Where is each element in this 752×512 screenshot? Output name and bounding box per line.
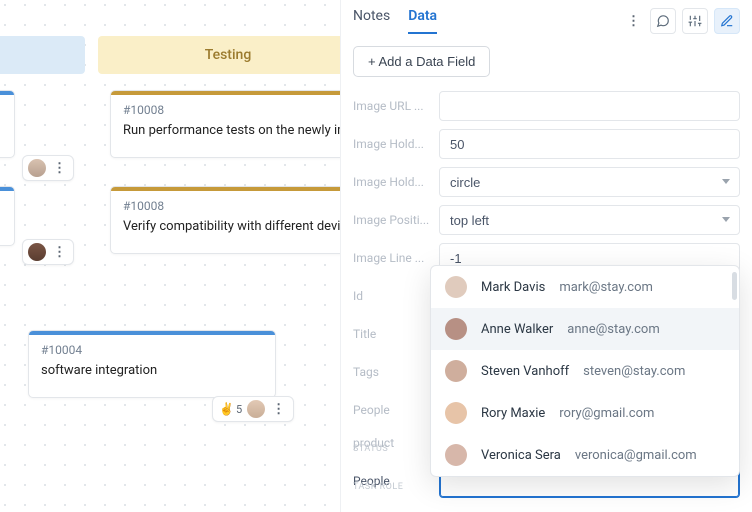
avatar bbox=[445, 318, 467, 340]
label-people: People bbox=[353, 403, 431, 417]
card-text: software integration bbox=[41, 363, 263, 378]
card-text: Verify compatibility with different devi… bbox=[123, 219, 342, 234]
people-dropdown[interactable]: Mark Davis mark@stay.com Anne Walker anne@s… bbox=[430, 265, 740, 477]
person-name: Mark Davis bbox=[481, 280, 545, 295]
card-id: #10008 bbox=[123, 199, 342, 213]
card-perf-tests[interactable]: #10008 Run performance tests on the newl… bbox=[110, 90, 355, 158]
card-id: #10008 bbox=[123, 103, 342, 117]
count-chip: ✌️5 bbox=[219, 402, 242, 416]
sliders-icon[interactable] bbox=[682, 8, 708, 34]
label-image-hold-2: Image Hold... bbox=[353, 175, 431, 189]
more-icon[interactable]: ⋮ bbox=[625, 14, 642, 29]
card-truncated[interactable]: gi bbox=[0, 90, 15, 158]
card-truncated-2[interactable] bbox=[0, 186, 15, 246]
person-email: steven@stay.com bbox=[583, 364, 685, 379]
card-integration[interactable]: #10004 software integration bbox=[28, 330, 276, 398]
column-header-blue bbox=[0, 36, 85, 74]
label-title: Title bbox=[353, 327, 431, 341]
tab-notes[interactable]: Notes bbox=[353, 8, 390, 34]
card-chips-2[interactable]: ⋮ bbox=[22, 239, 74, 265]
card-id: #10004 bbox=[41, 343, 263, 357]
person-email: mark@stay.com bbox=[559, 280, 653, 295]
input-image-url[interactable] bbox=[439, 91, 740, 121]
people-option[interactable]: Rory Maxie rory@gmail.com bbox=[431, 392, 739, 434]
person-name: Anne Walker bbox=[481, 322, 553, 337]
panel-actions: ⋮ bbox=[625, 8, 740, 34]
person-email: anne@stay.com bbox=[567, 322, 659, 337]
people-option[interactable]: Veronica Sera veronica@gmail.com bbox=[431, 434, 739, 476]
people-option[interactable]: Anne Walker anne@stay.com bbox=[431, 308, 739, 350]
people-option[interactable]: Mark Davis mark@stay.com bbox=[431, 266, 739, 308]
column-header-testing: Testing bbox=[98, 36, 358, 74]
label-tags: Tags bbox=[353, 365, 431, 379]
input-image-hold-1[interactable] bbox=[439, 129, 740, 159]
select-image-hold-2[interactable] bbox=[439, 167, 740, 197]
person-email: rory@gmail.com bbox=[559, 406, 654, 421]
chat-icon[interactable] bbox=[650, 8, 676, 34]
scrollbar[interactable] bbox=[732, 272, 737, 300]
more-icon[interactable]: ⋮ bbox=[51, 161, 68, 176]
more-icon[interactable]: ⋮ bbox=[51, 245, 68, 260]
people-option[interactable]: Steven Vanhoff steven@stay.com bbox=[431, 350, 739, 392]
avatar bbox=[247, 400, 265, 418]
board-area: Testing gi ⋮ ⋮ #10008 Run performance te… bbox=[0, 0, 340, 512]
select-image-position[interactable] bbox=[439, 205, 740, 235]
card-chips[interactable]: ⋮ bbox=[22, 155, 74, 181]
label-image-url: Image URL ... bbox=[353, 99, 431, 113]
avatar bbox=[445, 276, 467, 298]
card-text: gi bbox=[0, 119, 2, 134]
avatar bbox=[445, 402, 467, 424]
avatar bbox=[28, 159, 46, 177]
avatar bbox=[445, 444, 467, 466]
card-chips-d[interactable]: ✌️5 ⋮ bbox=[212, 396, 294, 422]
card-compat[interactable]: #10008 Verify compatibility with differe… bbox=[110, 186, 355, 254]
person-name: Rory Maxie bbox=[481, 406, 545, 421]
tab-data[interactable]: Data bbox=[408, 8, 437, 34]
more-icon[interactable]: ⋮ bbox=[270, 402, 287, 417]
label-id: Id bbox=[353, 289, 431, 303]
label-image-position: Image Positi... bbox=[353, 213, 431, 227]
tabs: Notes Data bbox=[353, 8, 437, 34]
label-people-role-sub: TASK ROLE bbox=[353, 482, 431, 492]
edit-icon[interactable] bbox=[714, 8, 740, 34]
person-email: veronica@gmail.com bbox=[575, 448, 697, 463]
avatar bbox=[445, 360, 467, 382]
person-name: Steven Vanhoff bbox=[481, 364, 569, 379]
person-name: Veronica Sera bbox=[481, 448, 561, 463]
avatar bbox=[28, 243, 46, 261]
card-text: Run performance tests on the newly im bbox=[123, 123, 342, 138]
add-data-field-button[interactable]: + Add a Data Field bbox=[353, 46, 490, 77]
label-image-line: Image Line ... bbox=[353, 251, 431, 265]
label-image-hold-1: Image Hold... bbox=[353, 137, 431, 151]
